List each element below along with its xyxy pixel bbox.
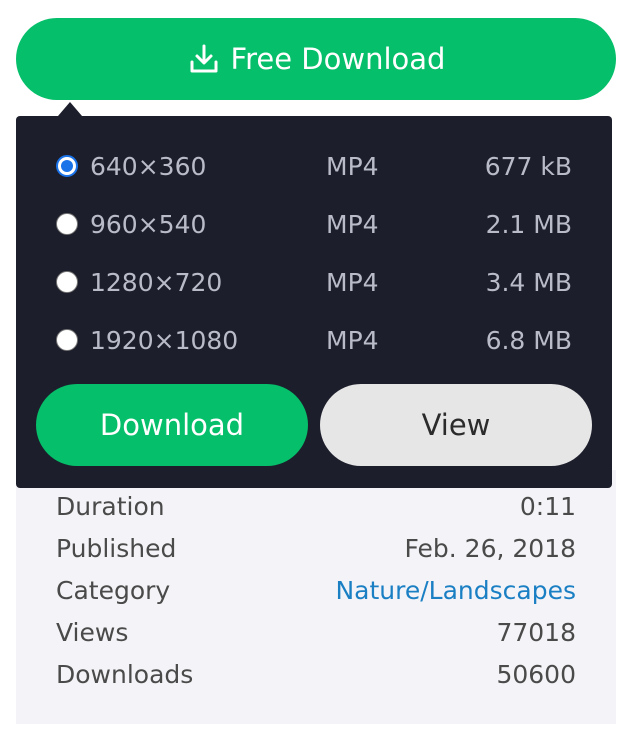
info-row-downloads: Downloads 50600 xyxy=(56,656,576,692)
page: Free Download Duration 0:11 Published Fe… xyxy=(0,0,627,738)
download-options-popup: 640×360 MP4 677 kB 960×540 MP4 2.1 MB 12… xyxy=(16,116,612,488)
info-value: 0:11 xyxy=(519,491,576,521)
info-label: Views xyxy=(56,617,129,647)
free-download-button[interactable]: Free Download xyxy=(16,18,616,100)
option-size: 2.1 MB xyxy=(485,209,572,239)
option-size: 6.8 MB xyxy=(485,325,572,355)
option-resolution: 1280×720 xyxy=(90,267,223,297)
option-format: MP4 xyxy=(326,209,379,239)
option-format: MP4 xyxy=(326,267,379,297)
info-label: Duration xyxy=(56,491,165,521)
info-value: Feb. 26, 2018 xyxy=(404,533,576,563)
option-resolution: 640×360 xyxy=(90,151,207,181)
resolution-option-1920[interactable]: 1920×1080 MP4 6.8 MB xyxy=(56,320,572,360)
download-icon xyxy=(187,42,221,76)
video-info-panel: Duration 0:11 Published Feb. 26, 2018 Ca… xyxy=(16,470,616,724)
free-download-label: Free Download xyxy=(230,42,446,76)
option-size: 677 kB xyxy=(484,151,572,181)
resolution-option-1280[interactable]: 1280×720 MP4 3.4 MB xyxy=(56,262,572,302)
info-row-duration: Duration 0:11 xyxy=(56,488,576,524)
info-row-views: Views 77018 xyxy=(56,614,576,650)
option-resolution: 960×540 xyxy=(90,209,207,239)
option-size: 3.4 MB xyxy=(485,267,572,297)
view-button[interactable]: View xyxy=(320,384,592,466)
category-link[interactable]: Nature/Landscapes xyxy=(335,576,576,605)
download-button[interactable]: Download xyxy=(36,384,308,466)
radio-button[interactable] xyxy=(56,271,78,293)
resolution-option-640[interactable]: 640×360 MP4 677 kB xyxy=(56,146,572,186)
option-format: MP4 xyxy=(326,325,379,355)
radio-button[interactable] xyxy=(56,213,78,235)
option-resolution: 1920×1080 xyxy=(90,325,239,355)
radio-button[interactable] xyxy=(56,155,78,177)
info-label: Category xyxy=(56,575,171,605)
option-format: MP4 xyxy=(326,151,379,181)
info-label: Published xyxy=(56,533,177,563)
info-row-category: Category Nature/Landscapes xyxy=(56,572,576,608)
info-value: 77018 xyxy=(496,617,576,647)
info-row-published: Published Feb. 26, 2018 xyxy=(56,530,576,566)
resolution-option-960[interactable]: 960×540 MP4 2.1 MB xyxy=(56,204,572,244)
info-value: 50600 xyxy=(496,659,576,689)
info-label: Downloads xyxy=(56,659,194,689)
popup-pointer xyxy=(58,102,82,116)
radio-button[interactable] xyxy=(56,329,78,351)
